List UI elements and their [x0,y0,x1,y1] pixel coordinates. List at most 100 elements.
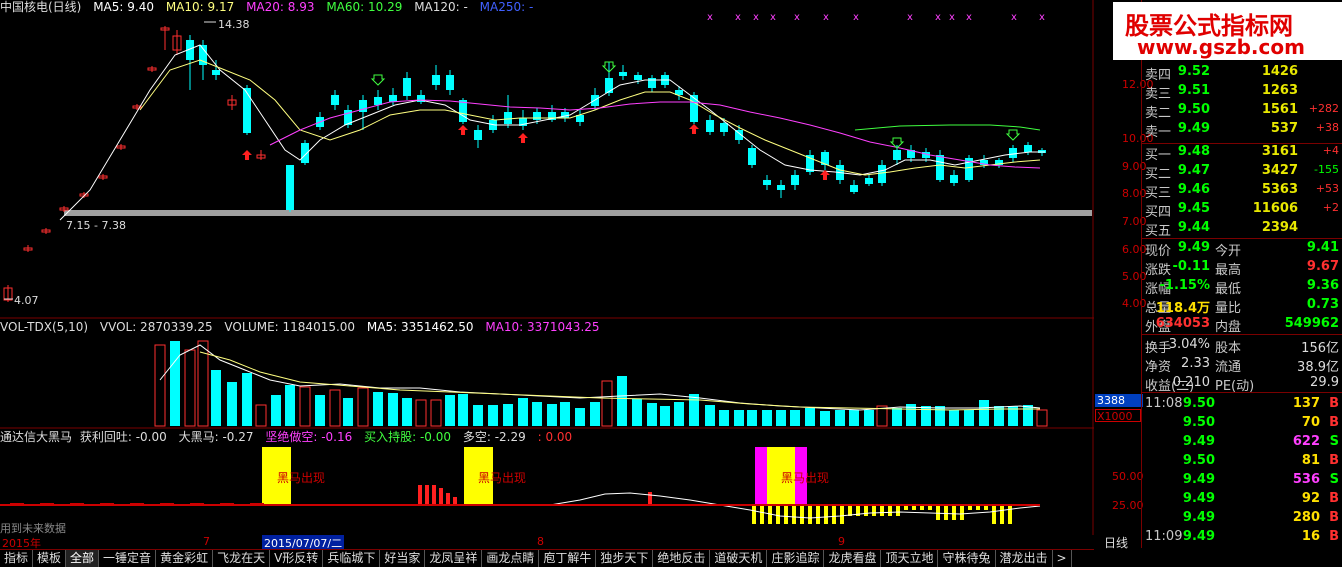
ask-row[interactable]: 卖二 9.50 1561 +282 [1095,102,1342,121]
tab-17[interactable]: 顶天立地 [881,550,939,567]
tick-volume: 81 [1301,453,1320,468]
tick-row: 9.49 280 B [1095,510,1342,528]
tab-18[interactable]: 守株待兔 [938,550,996,567]
stats-value: 156亿 [1301,341,1339,356]
signal-stripe [752,506,756,524]
tick-volume: 137 [1292,396,1320,411]
tick-price: 9.50 [1182,396,1215,411]
tick-direction: S [1329,472,1339,487]
tab-2[interactable]: 全部 [66,550,100,567]
signal-stripe [816,506,820,524]
volume-bar [1036,409,1048,427]
tab-1[interactable]: 模板 [33,550,67,567]
x-month-9: 9 [838,535,845,548]
tab-8[interactable]: 好当家 [380,550,426,567]
buy-arrow-icon [242,150,252,160]
candle-body [893,150,901,160]
x-mark-icon: x [794,12,800,23]
tick-price: 9.50 [1182,415,1215,430]
x-axis: 2015年 7 2015/07/07/二 8 9 [0,535,1094,551]
quote-value: 9.49 [1177,240,1210,255]
volume-bar [776,410,786,426]
dahei-label: 大黑马: -0.27 [178,430,254,444]
ask-row[interactable]: 卖一 9.49 537 +38 [1095,121,1342,140]
tab-6[interactable]: V形反转 [270,550,324,567]
volume-bar [979,400,989,426]
signal-stripe [920,506,924,510]
tab-3[interactable]: 一锤定音 [99,550,157,567]
tab-9[interactable]: 龙凤呈祥 [425,550,483,567]
candle-body [446,75,454,90]
tab-10[interactable]: 画龙点睛 [482,550,540,567]
book-change: +53 [1315,182,1339,195]
signal-stripe [439,488,443,505]
bid-row[interactable]: 买二 9.47 3427 -155 [1095,163,1342,182]
volume-bar [402,398,412,426]
bid-row[interactable]: 买五 9.44 2394 [1095,220,1342,239]
tick-direction: B [1329,510,1339,525]
book-label: 买二 [1145,167,1172,182]
indicator-name[interactable]: 通达信大黑马 [0,430,72,444]
tab-12[interactable]: 独步天下 [596,550,654,567]
vol-indicator-name[interactable]: VOL-TDX(5,10) [0,320,88,334]
candle-body [533,112,541,120]
tab-0[interactable]: 指标 [0,550,34,567]
formula-tabs: 指标 模板 全部 一锤定音 黄金彩虹 飞龙在天 V形反转 兵临城下 好当家 龙凤呈祥 画龙点睛 庖丁解… [0,549,1094,567]
stats-value: 2.33 [1181,356,1210,371]
tick-price: 9.49 [1182,491,1215,506]
volume-bar [1023,405,1033,426]
tab-11[interactable]: 庖丁解牛 [539,550,597,567]
tab-5[interactable]: 飞龙在天 [213,550,271,567]
volume-bar [154,344,166,427]
tab-15[interactable]: 庄影追踪 [767,550,825,567]
volume-bar [518,398,528,426]
volume-bar [747,410,757,426]
tick-direction: S [1329,434,1339,449]
candle-body [389,95,397,102]
signal-label: 黑马出现 [781,471,830,485]
tick-row: 11:08 9.50 137 B [1095,396,1342,414]
tab-4[interactable]: 黄金彩虹 [156,550,214,567]
candle-body [690,95,698,122]
volume-bar [343,398,353,426]
book-label: 卖二 [1145,106,1172,121]
quote-value: 0.73 [1306,297,1339,312]
candle-body [1024,145,1032,152]
signal-stripe [446,493,450,505]
extra-label: : 0.00 [537,430,573,444]
ask-row[interactable]: 卖三 9.51 1263 [1095,83,1342,102]
book-change: +4 [1322,144,1339,157]
signal-stripe [824,506,828,524]
tab-14[interactable]: 道破天机 [710,550,768,567]
tick-row: 9.49 622 S [1095,434,1342,452]
bid-row[interactable]: 买四 9.45 11606 +2 [1095,201,1342,220]
volume-bar [329,389,341,427]
tab-20[interactable]: > [1053,550,1072,567]
signal-stripe [880,506,884,516]
watermark-url: www.gszb.com [1137,35,1305,59]
candle-body [212,70,220,75]
candle-body [331,95,339,105]
volume-bar [227,382,237,426]
signal-stripe [864,506,868,516]
book-price: 9.51 [1177,83,1210,98]
chart-area[interactable]: 14.38 4.07 7.15 - 7.38 xxxxxxxxxxxxx 100… [0,0,1094,535]
tick-volume: 622 [1292,434,1320,449]
bid-row[interactable]: 买一 9.48 3161 +4 [1095,144,1342,163]
volume-bar [790,410,800,426]
vol-ma5-label: MA5: 3351462.50 [366,320,474,334]
candle-body [748,148,756,165]
ask-row[interactable]: 卖四 9.52 1426 [1095,64,1342,83]
tab-7[interactable]: 兵临城下 [323,550,381,567]
tab-19[interactable]: 潜龙出击 [996,550,1053,567]
bid-row[interactable]: 买三 9.46 5363 +53 [1095,182,1342,201]
tick-direction: B [1329,491,1339,506]
buy-arrow-icon [518,133,528,143]
tick-row: 9.49 92 B [1095,491,1342,509]
volume-bar [820,411,830,426]
candle-body [936,155,944,180]
tab-16[interactable]: 龙虎看盘 [824,550,882,567]
tab-13[interactable]: 绝地反击 [653,550,711,567]
quote-value: 9.67 [1306,259,1339,274]
signal-label: 黑马出现 [478,471,527,485]
